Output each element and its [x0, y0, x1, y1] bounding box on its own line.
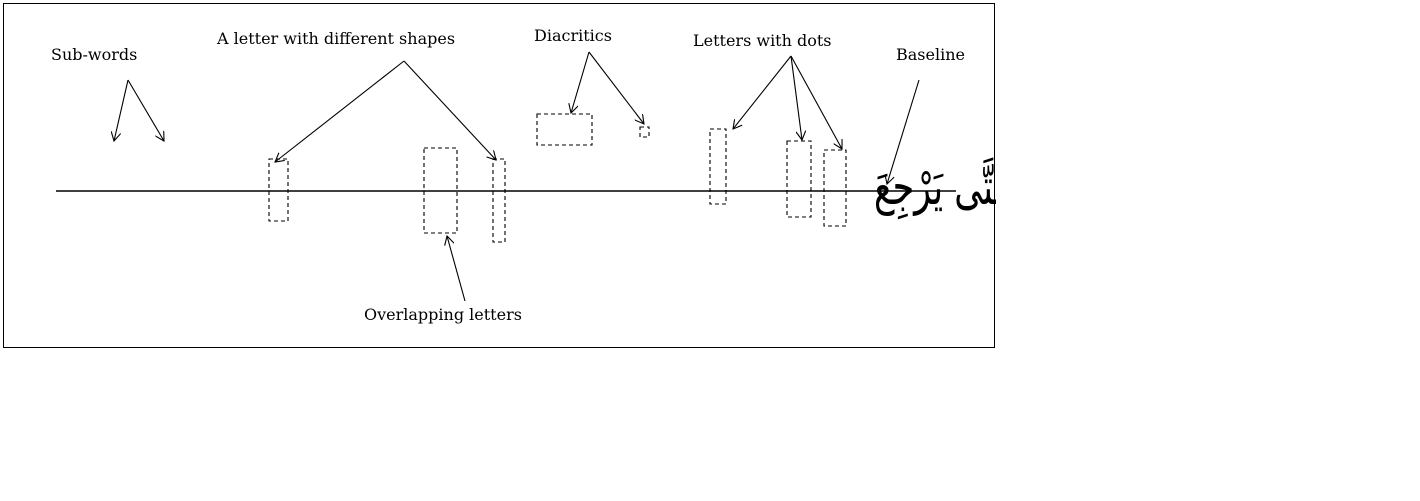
arrow-dots-1: [733, 55, 792, 129]
arabic-text-diagram: مَنْ خَرَجَ فِي طَلَبِ الْعِلْمِ فَهُوَ …: [51, 26, 996, 324]
arrow-dots-3: [790, 55, 842, 149]
arrow-dots-2: [790, 55, 802, 140]
label-overlapping: Overlapping letters: [364, 305, 522, 324]
arrow-shapes-2: [403, 60, 496, 160]
label-letter-shapes: A letter with different shapes: [216, 29, 455, 48]
box-lah-shape: [268, 158, 289, 222]
box-khaa: [786, 140, 812, 218]
label-baseline: Baseline: [896, 45, 965, 64]
box-meem-noon: [823, 149, 847, 227]
label-letters-with-dots: Letters with dots: [693, 31, 832, 50]
box-haa-shape: [492, 158, 506, 243]
arrow-shapes-1: [275, 60, 405, 162]
arrow-subwords-2: [127, 79, 164, 141]
box-diacritic-small: [639, 126, 650, 138]
figure-frame: مَنْ خَرَجَ فِي طَلَبِ الْعِلْمِ فَهُوَ …: [3, 3, 996, 348]
box-diacritics-ilm: [536, 113, 593, 146]
label-sub-words: Sub-words: [51, 45, 137, 64]
arrow-diacritics-2: [588, 51, 644, 124]
arrow-subwords-1: [114, 79, 129, 141]
arrow-overlapping: [447, 236, 466, 302]
box-fi-dots: [709, 128, 727, 205]
label-diacritics: Diacritics: [534, 26, 612, 45]
arabic-sentence: مَنْ خَرَجَ فِي طَلَبِ الْعِلْمِ فَهُوَ …: [874, 142, 996, 226]
arrow-diacritics-1: [571, 51, 590, 113]
